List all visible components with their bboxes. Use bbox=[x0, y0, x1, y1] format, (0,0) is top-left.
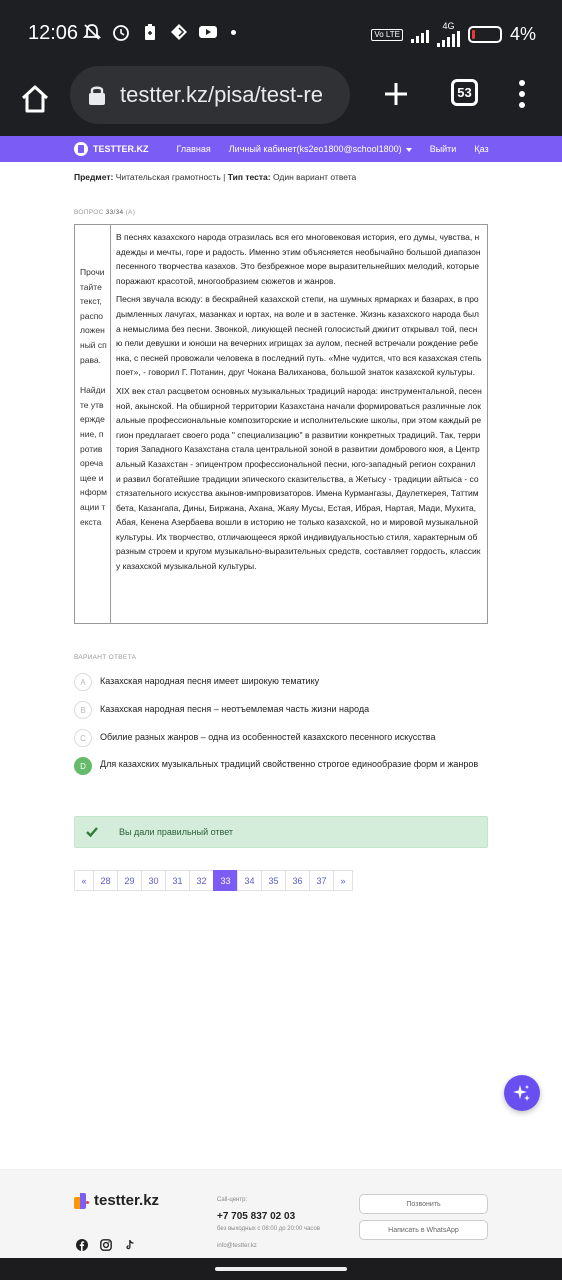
paragraph: XIX век стал расцветом основных музыкаль… bbox=[116, 385, 482, 572]
footer-logo-text: testter.kz bbox=[94, 1192, 160, 1209]
option-letter[interactable]: A bbox=[74, 673, 92, 691]
image-icon bbox=[169, 22, 189, 42]
option-letter-selected[interactable]: D bbox=[74, 757, 92, 775]
notification-dot-icon bbox=[231, 29, 236, 35]
address-bar[interactable]: testter.kz/pisa/test-re bbox=[70, 66, 350, 124]
status-bar: 12:06 Vo LTE 4G 4% bbox=[0, 0, 562, 66]
nav-link-logout[interactable]: Выйти bbox=[430, 144, 457, 154]
question-instructions: Прочитайте текст, расположенный справа. … bbox=[75, 225, 111, 623]
whatsapp-button[interactable]: Написать в WhatsApp bbox=[359, 1220, 488, 1240]
option-text[interactable]: Казахская народная песня имеет широкую т… bbox=[100, 675, 480, 688]
tab-switcher-button[interactable]: 53 bbox=[451, 79, 478, 106]
subject-label: Предмет: bbox=[74, 172, 114, 182]
type-value: Один вариант ответа bbox=[272, 172, 357, 182]
site-logo-text: TESTTER.KZ bbox=[93, 144, 149, 154]
page-link[interactable]: 37 bbox=[309, 870, 334, 891]
call-button[interactable]: Позвонить bbox=[359, 1194, 488, 1214]
home-gesture-handle[interactable] bbox=[215, 1267, 347, 1271]
page-prev[interactable]: « bbox=[74, 870, 94, 891]
result-alert: Вы дали правильный ответ bbox=[74, 816, 488, 848]
signal-2-icon: 4G bbox=[436, 21, 460, 47]
network-type: 4G bbox=[442, 21, 455, 31]
system-nav-bar bbox=[0, 1258, 562, 1280]
page-link[interactable]: 30 bbox=[141, 870, 166, 891]
nav-link-language[interactable]: Қаз bbox=[474, 144, 488, 154]
page-link[interactable]: 35 bbox=[261, 870, 286, 891]
instagram-icon[interactable] bbox=[100, 1238, 112, 1251]
browser-toolbar: testter.kz/pisa/test-re 53 bbox=[0, 66, 562, 136]
nav-link-cabinet[interactable]: Личный кабинет(ks2eo1800@school1800) bbox=[229, 144, 412, 154]
page-current[interactable]: 33 bbox=[213, 870, 238, 891]
status-icons bbox=[82, 22, 236, 42]
question-text: В песнях казахского народа отразилась вс… bbox=[111, 225, 487, 623]
facebook-icon[interactable] bbox=[76, 1238, 88, 1251]
test-meta: Предмет: Читательская грамотность | Тип … bbox=[74, 172, 356, 182]
battery-percent: 4% bbox=[509, 24, 536, 44]
type-label: Тип теста: bbox=[227, 172, 271, 182]
logo-icon bbox=[74, 142, 88, 156]
subject-value: Читательская грамотность bbox=[115, 172, 221, 182]
lock-icon[interactable] bbox=[88, 85, 106, 105]
page-link[interactable]: 28 bbox=[93, 870, 118, 891]
option-text[interactable]: Для казахских музыкальных традиций свойс… bbox=[100, 758, 480, 771]
logo-icon bbox=[74, 1192, 90, 1209]
youtube-icon bbox=[198, 22, 218, 42]
footer-hours: без выходных с 08:00 до 20:00 часов bbox=[217, 1226, 321, 1232]
option-letter[interactable]: B bbox=[74, 701, 92, 719]
footer-email[interactable]: info@testter.kz bbox=[217, 1243, 257, 1249]
url-text[interactable]: testter.kz/pisa/test-re bbox=[120, 82, 323, 108]
tiktok-icon[interactable] bbox=[124, 1238, 136, 1250]
alarm-icon bbox=[111, 22, 131, 42]
page-link[interactable]: 32 bbox=[189, 870, 214, 891]
sparkle-icon[interactable] bbox=[504, 1075, 540, 1111]
question-extra: (A) bbox=[125, 209, 136, 216]
question-label: ВОПРОС bbox=[74, 209, 104, 216]
answer-option-d[interactable]: D Для казахских музыкальных традиций сво… bbox=[74, 757, 488, 775]
page-link[interactable]: 36 bbox=[285, 870, 310, 891]
home-icon[interactable] bbox=[18, 82, 52, 116]
answer-option-b[interactable]: B Казахская народная песня – неотъемлема… bbox=[74, 701, 488, 719]
volte-icon: Vo LTE bbox=[371, 28, 403, 41]
web-page: TESTTER.KZ Главная Личный кабинет(ks2eo1… bbox=[0, 136, 562, 1258]
question-counter: 33/34 bbox=[105, 209, 124, 216]
battery-saver-icon bbox=[140, 22, 160, 42]
answer-option-a[interactable]: A Казахская народная песня имеет широкую… bbox=[74, 673, 488, 691]
more-menu-icon[interactable] bbox=[518, 80, 526, 108]
pagination: « 28 29 30 31 32 33 34 35 36 37 » bbox=[74, 870, 353, 891]
page-link[interactable]: 29 bbox=[117, 870, 142, 891]
option-text[interactable]: Казахская народная песня – неотъемлемая … bbox=[100, 703, 480, 716]
status-time: 12:06 bbox=[28, 22, 79, 44]
call-center-label: Call-центр: bbox=[217, 1197, 248, 1203]
nav-link-home[interactable]: Главная bbox=[177, 144, 211, 154]
page-link[interactable]: 34 bbox=[237, 870, 262, 891]
nav-cabinet-label: Личный кабинет(ks2eo1800@school1800) bbox=[228, 144, 402, 154]
footer-phone[interactable]: +7 705 837 02 03 bbox=[217, 1211, 295, 1222]
check-icon bbox=[85, 825, 99, 839]
new-tab-icon[interactable] bbox=[382, 80, 410, 108]
result-message: Вы дали правильный ответ bbox=[119, 827, 234, 837]
option-letter[interactable]: C bbox=[74, 729, 92, 747]
meta-separator: | bbox=[223, 172, 226, 182]
site-logo[interactable]: TESTTER.KZ bbox=[74, 142, 149, 156]
chevron-down-icon bbox=[405, 147, 412, 152]
question-table: Прочитайте текст, расположенный справа. … bbox=[74, 224, 488, 624]
status-right: Vo LTE 4G 4% bbox=[371, 22, 536, 47]
instruction-find: Найдите утверждение, противоречащее инфо… bbox=[80, 385, 107, 527]
answers-label: ВАРИАНТ ОТВЕТА bbox=[74, 654, 137, 661]
page-link[interactable]: 31 bbox=[165, 870, 190, 891]
mute-icon bbox=[82, 22, 102, 42]
paragraph: В песнях казахского народа отразилась вс… bbox=[116, 232, 481, 286]
question-number: ВОПРОС 33/34 (A) bbox=[74, 209, 135, 216]
signal-1-icon bbox=[410, 27, 429, 43]
site-footer: testter.kz Call-центр: +7 705 837 02 03 … bbox=[0, 1169, 562, 1258]
instruction-read: Прочитайте текст, расположенный справа. bbox=[80, 267, 107, 365]
option-text[interactable]: Обилие разных жанров – одна из особеннос… bbox=[100, 731, 480, 744]
paragraph: Песня звучала всюду: в бескрайней казахс… bbox=[116, 294, 482, 378]
site-navbar: TESTTER.KZ Главная Личный кабинет(ks2eo1… bbox=[0, 136, 562, 162]
battery-icon bbox=[467, 26, 502, 43]
answer-option-c[interactable]: C Обилие разных жанров – одна из особенн… bbox=[74, 729, 488, 747]
social-links bbox=[76, 1238, 136, 1251]
page-next[interactable]: » bbox=[333, 870, 353, 891]
footer-logo[interactable]: testter.kz bbox=[74, 1192, 159, 1209]
